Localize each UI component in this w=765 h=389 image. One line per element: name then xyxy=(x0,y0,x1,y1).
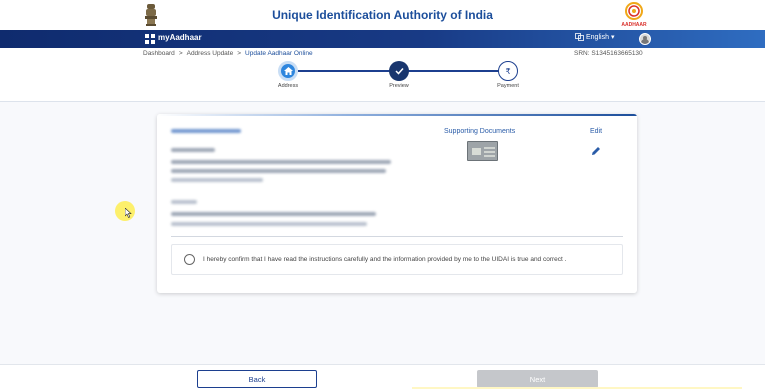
pencil-icon[interactable] xyxy=(591,146,601,156)
stepper-connector xyxy=(298,70,390,72)
translate-icon xyxy=(575,33,584,41)
redacted-heading xyxy=(171,129,241,133)
redacted-text xyxy=(171,169,386,173)
next-button[interactable]: Next xyxy=(477,370,598,388)
profile-avatar[interactable] xyxy=(639,33,651,45)
redacted-text xyxy=(171,222,367,226)
language-label: English xyxy=(586,33,609,41)
language-selector[interactable]: English ▾ xyxy=(575,33,614,41)
aadhaar-logo: AADHAAR xyxy=(621,2,647,28)
breadcrumb: Dashboard > Address Update > Update Aadh… xyxy=(143,50,313,57)
breadcrumb-separator: > xyxy=(237,50,242,57)
supporting-documents-label: Supporting Documents xyxy=(444,128,516,135)
step-payment[interactable]: ₹ xyxy=(498,61,518,81)
redacted-text xyxy=(171,200,197,204)
card-accent-bar xyxy=(157,114,637,116)
breadcrumb-address-update[interactable]: Address Update xyxy=(187,50,234,57)
redacted-text xyxy=(171,148,215,152)
svg-text:AADHAAR: AADHAAR xyxy=(621,22,647,28)
check-icon xyxy=(394,67,404,75)
confirmation-box: I hereby confirm that I have read the in… xyxy=(171,244,623,275)
redacted-text xyxy=(171,160,391,164)
stepper-connector xyxy=(408,70,500,72)
card-divider xyxy=(171,236,623,237)
redacted-text xyxy=(171,178,263,182)
top-header: Unique Identification Authority of India… xyxy=(0,0,765,30)
chevron-down-icon: ▾ xyxy=(610,34,615,41)
step-label-preview: Preview xyxy=(389,83,409,89)
step-label-address: Address xyxy=(277,83,299,89)
confirm-text: I hereby confirm that I have read the in… xyxy=(203,256,567,263)
review-card: Supporting Documents Edit I hereby confi… xyxy=(157,114,637,293)
breadcrumb-current: Update Aadhaar Online xyxy=(245,50,313,57)
confirm-radio[interactable] xyxy=(184,254,195,265)
app-grid-icon[interactable] xyxy=(145,34,155,44)
step-address[interactable] xyxy=(278,61,298,81)
step-preview[interactable] xyxy=(389,61,409,81)
redacted-text xyxy=(171,212,376,216)
app-name[interactable]: myAadhaar xyxy=(158,33,202,42)
document-thumbnail[interactable] xyxy=(467,141,498,161)
back-button[interactable]: Back xyxy=(197,370,317,388)
progress-header: Dashboard > Address Update > Update Aadh… xyxy=(0,48,765,102)
rupee-icon: ₹ xyxy=(505,66,511,76)
footer-actions: Back Next xyxy=(0,364,765,389)
edit-link[interactable]: Edit xyxy=(590,128,602,135)
mouse-cursor-icon xyxy=(125,208,132,218)
breadcrumb-separator: > xyxy=(178,50,183,57)
breadcrumb-dashboard[interactable]: Dashboard xyxy=(143,50,175,57)
srn-number: SRN: S1345163665130 xyxy=(574,50,643,57)
step-label-payment: Payment xyxy=(497,83,519,89)
home-icon xyxy=(283,67,293,75)
navbar: myAadhaar English ▾ xyxy=(0,30,765,48)
